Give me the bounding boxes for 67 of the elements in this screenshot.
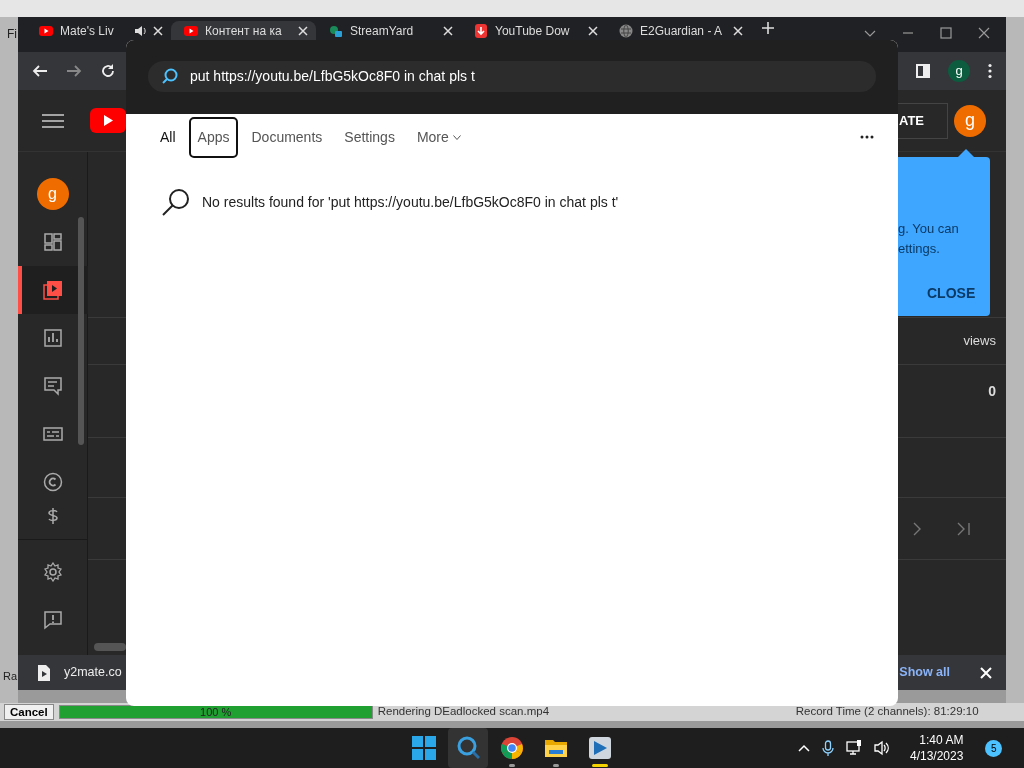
chrome-icon — [500, 736, 524, 760]
bar-chart-icon — [42, 328, 63, 348]
back-icon[interactable] — [32, 63, 48, 79]
more-options-icon[interactable] — [860, 135, 874, 139]
maximize-icon[interactable] — [940, 26, 952, 39]
comment-icon — [42, 376, 63, 396]
next-page-icon[interactable] — [912, 521, 922, 536]
browser-tab[interactable]: StreamYard — [316, 21, 461, 40]
track-label: Ra — [3, 669, 18, 684]
create-button[interactable]: ATE — [898, 102, 948, 139]
scrollbar-thumb[interactable] — [78, 217, 84, 445]
menu-icon[interactable] — [42, 112, 64, 129]
chevron-up-icon[interactable] — [798, 744, 810, 752]
clock-time[interactable]: 1:40 AM — [919, 732, 964, 748]
tooltip-text: g. You can — [898, 220, 960, 238]
filter-tab[interactable]: All — [151, 116, 185, 158]
no-results-message: No results found for 'put https://youtu.be/LfbG5kOc8F0 in chat pls t' — [202, 192, 619, 212]
filter-tab[interactable]: Settings — [335, 116, 404, 158]
filter-tab[interactable]: Documents — [242, 116, 332, 158]
globe-icon — [618, 22, 634, 39]
volume-icon[interactable] — [874, 740, 890, 756]
menu-label: Fi — [7, 26, 17, 43]
search-icon — [456, 736, 480, 760]
record-time: Record Time (2 channels): 81:29:10 — [795, 704, 979, 720]
progress-label: 100 % — [199, 706, 233, 719]
download-file-name[interactable]: y2mate.co — [64, 663, 122, 682]
last-page-icon[interactable] — [956, 521, 972, 536]
copyright-icon — [42, 472, 63, 492]
status-message: Rendering DEadlocked scan.mp4 — [377, 704, 551, 720]
side-panel-icon[interactable] — [916, 64, 930, 78]
video-icon — [42, 280, 63, 300]
reload-icon[interactable] — [100, 63, 116, 79]
file-icon — [38, 664, 50, 681]
microphone-icon[interactable] — [822, 740, 834, 756]
search-icon — [162, 188, 190, 216]
profile-avatar[interactable]: g — [948, 60, 970, 82]
filter-tab[interactable]: Apps — [188, 116, 239, 158]
menu-icon[interactable] — [988, 63, 992, 79]
search-icon — [162, 68, 178, 84]
clock-date[interactable]: 4/13/2023 — [910, 748, 964, 764]
cancel-button[interactable]: Cancel — [4, 704, 54, 720]
show-all-link[interactable]: Show all — [899, 663, 980, 682]
browser-tab[interactable]: Контент на ка — [171, 21, 316, 40]
tooltip-text: ettings. — [898, 240, 941, 258]
filter-tab[interactable]: More — [407, 116, 470, 158]
download-icon — [473, 22, 489, 39]
close-icon[interactable] — [978, 26, 990, 39]
browser-tab[interactable]: YouTube Dow — [461, 21, 606, 40]
subtitles-icon — [42, 424, 63, 444]
dashboard-icon — [42, 232, 63, 252]
close-button[interactable]: CLOSE — [927, 283, 976, 304]
browser-tab[interactable]: E2Guardian - A — [606, 21, 751, 40]
search-box[interactable]: put https://youtu.be/LfbG5kOc8F0 in chat pls t — [148, 60, 876, 92]
network-icon[interactable] — [846, 740, 862, 756]
table-cell-text: 0 — [988, 382, 996, 401]
start-icon — [412, 736, 436, 760]
forward-icon[interactable] — [66, 63, 82, 79]
browser-tab[interactable]: Mate's Liv — [26, 21, 171, 40]
feedback-icon — [42, 610, 63, 630]
speaker-icon[interactable] — [133, 23, 147, 38]
plus-icon[interactable] — [761, 21, 775, 35]
scrollbar-thumb[interactable] — [94, 643, 126, 651]
column-header: views — [963, 332, 996, 351]
settings-icon — [42, 562, 63, 582]
video-editor-icon — [588, 736, 612, 760]
sidebar-item[interactable] — [17, 506, 88, 540]
notification-badge[interactable]: 5 — [985, 739, 1003, 757]
